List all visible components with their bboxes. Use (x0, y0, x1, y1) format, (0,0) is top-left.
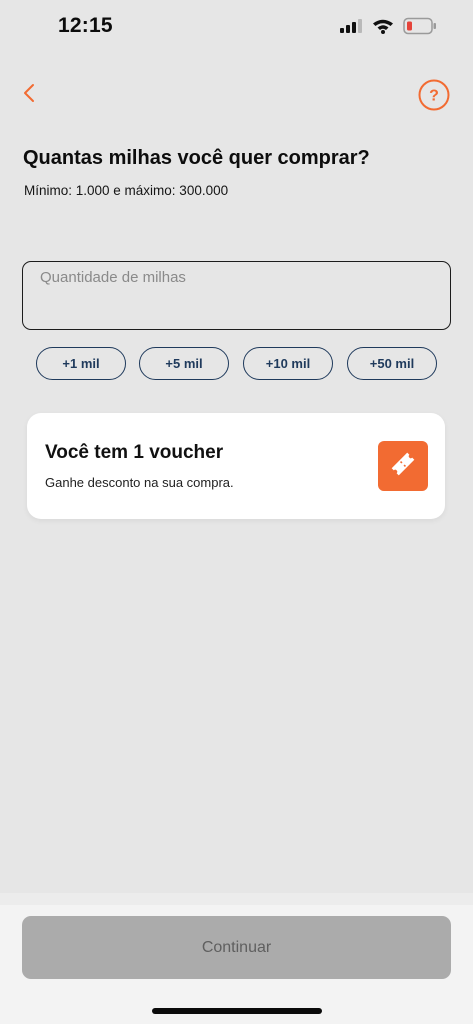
footer: Continuar (0, 893, 473, 1024)
add-1k-button[interactable]: +1 mil (36, 347, 126, 380)
add-10k-button[interactable]: +10 mil (243, 347, 333, 380)
page-title: Quantas milhas você quer comprar? (23, 147, 370, 169)
add-5k-button[interactable]: +5 mil (139, 347, 229, 380)
back-button[interactable] (14, 80, 44, 110)
signal-icon (339, 18, 363, 39)
continue-button[interactable]: Continuar (22, 916, 451, 979)
home-indicator (152, 1008, 322, 1014)
status-time: 12:15 (58, 14, 113, 37)
status-bar: 12:15 (0, 0, 473, 56)
page-subtitle: Mínimo: 1.000 e máximo: 300.000 (24, 183, 229, 198)
voucher-icon-box (378, 441, 428, 491)
question-circle-icon: ? (418, 79, 450, 111)
add-50k-button[interactable]: +50 mil (347, 347, 437, 380)
quick-add-chips: +1 mil +5 mil +10 mil +50 mil (36, 347, 437, 381)
help-button[interactable]: ? (418, 79, 450, 111)
status-icons (339, 17, 437, 40)
ticket-icon (388, 449, 418, 484)
voucher-title: Você tem 1 voucher (45, 442, 224, 463)
battery-low-icon (403, 17, 437, 40)
miles-quantity-input[interactable] (22, 261, 451, 330)
footer-divider (0, 893, 473, 905)
voucher-card[interactable]: Você tem 1 voucher Ganhe desconto na sua… (27, 413, 445, 519)
wifi-icon (372, 18, 394, 39)
voucher-description: Ganhe desconto na sua compra. (45, 475, 234, 490)
chevron-left-icon (21, 82, 37, 109)
help-glyph: ? (429, 88, 439, 105)
